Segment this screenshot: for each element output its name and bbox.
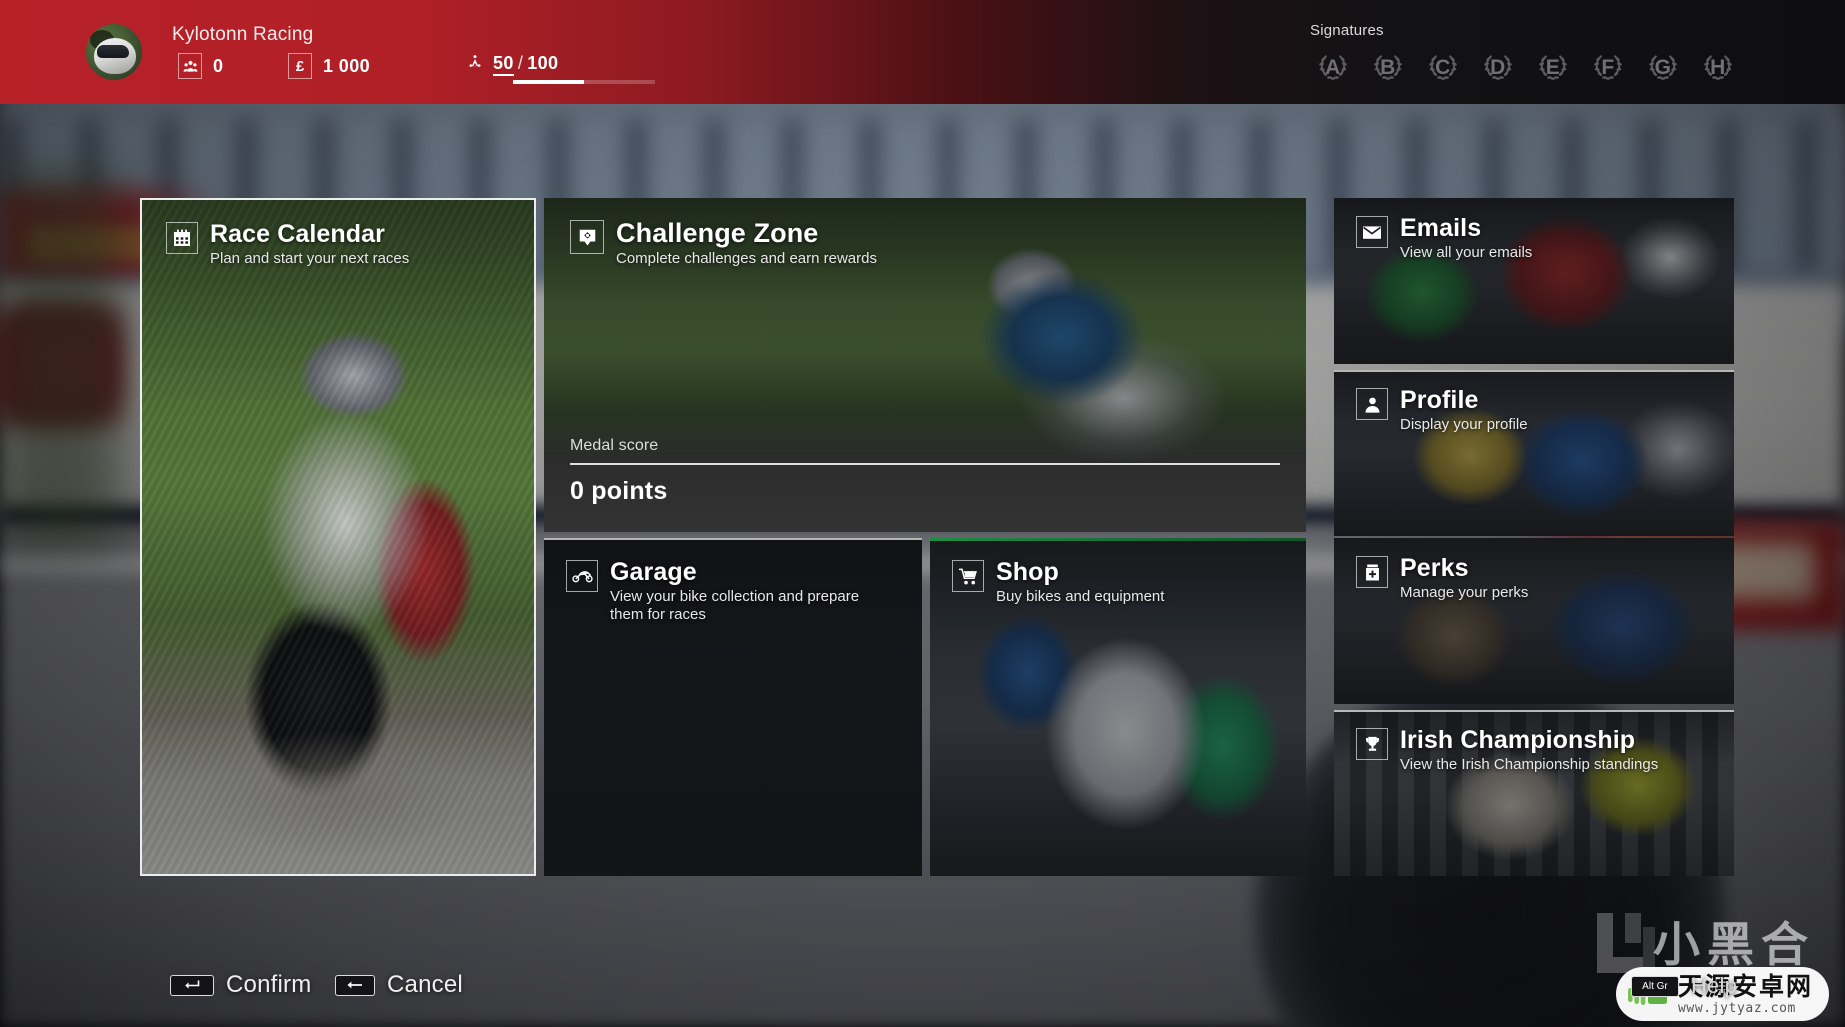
- signatures-list: A B C D E F G H: [1312, 47, 1739, 85]
- signature-letter: C: [1435, 56, 1451, 79]
- tile-title: Irish Championship: [1400, 726, 1636, 754]
- menu-tile-grid: Race Calendar Plan and start your next r…: [0, 0, 1845, 1027]
- footer-action-bar: Confirm Cancel Alt Gr Help: [0, 907, 1845, 1027]
- tile-top-accent: [1334, 710, 1734, 712]
- calendar-icon: [166, 222, 198, 254]
- confirm-button[interactable]: Confirm: [170, 971, 311, 999]
- tile-title: Race Calendar: [210, 220, 385, 248]
- tile-subtitle: View all your emails: [1400, 243, 1533, 261]
- tile-subtitle: Plan and start your next races: [210, 249, 410, 267]
- signature-badge[interactable]: G: [1642, 47, 1684, 85]
- signature-badge[interactable]: B: [1367, 47, 1409, 85]
- tile-subtitle: Manage your perks: [1400, 583, 1529, 601]
- envelope-icon: [1356, 216, 1388, 248]
- tile-scrim: [142, 200, 534, 874]
- medal-score-value: 0 points: [570, 477, 668, 505]
- tile-top-accent: [1334, 370, 1734, 372]
- cancel-button[interactable]: Cancel: [335, 971, 463, 999]
- tile-header-emails: Emails View all your emails: [1356, 214, 1533, 262]
- reputation-current: 50: [493, 53, 514, 76]
- motorcycle-icon: [566, 560, 598, 592]
- tile-title: Emails: [1400, 214, 1482, 242]
- reputation-progress-bar: [513, 80, 655, 84]
- signature-letter: D: [1490, 56, 1506, 79]
- perk-jar-icon: [1356, 556, 1388, 588]
- cancel-label: Cancel: [387, 971, 463, 998]
- tile-emails[interactable]: Emails View all your emails: [1334, 198, 1734, 364]
- signature-badge[interactable]: F: [1587, 47, 1629, 85]
- shopping-cart-icon: [952, 560, 984, 592]
- reputation-max: 100: [527, 53, 559, 73]
- reputation-progress-fill: [513, 80, 584, 84]
- tile-header-irish-championship: Irish Championship View the Irish Champi…: [1356, 726, 1659, 774]
- tile-subtitle: View your bike collection and prepare th…: [610, 587, 860, 623]
- signature-letter: G: [1654, 56, 1672, 79]
- stat-fans-value: 0: [213, 55, 224, 76]
- challenge-badge-icon: [570, 220, 604, 254]
- tile-subtitle: Buy bikes and equipment: [996, 587, 1165, 605]
- tile-profile[interactable]: Profile Display your profile: [1334, 370, 1734, 536]
- stat-money-value: 1 000: [323, 55, 371, 76]
- tile-header-profile: Profile Display your profile: [1356, 386, 1528, 434]
- signature-badge[interactable]: E: [1532, 47, 1574, 85]
- tile-challenge-zone[interactable]: Challenge Zone Complete challenges and e…: [544, 198, 1306, 532]
- trophy-icon: [1356, 728, 1388, 760]
- tile-header-shop: Shop Buy bikes and equipment: [952, 558, 1165, 606]
- signature-letter: E: [1545, 56, 1561, 79]
- top-status-bar: Kylotonn Racing 0 £ 1 000 50 / 100 Signa…: [0, 0, 1845, 104]
- stat-money: £ 1 000: [288, 53, 370, 79]
- helmet-visor: [97, 45, 129, 58]
- tile-title: Perks: [1400, 554, 1469, 582]
- enter-key-icon: [170, 974, 214, 996]
- signature-badge[interactable]: D: [1477, 47, 1519, 85]
- tile-top-accent: [544, 538, 922, 540]
- fans-icon: [178, 53, 202, 79]
- tile-header-perks: Perks Manage your perks: [1356, 554, 1529, 602]
- reputation-icon: [468, 54, 482, 74]
- confirm-label: Confirm: [226, 971, 312, 998]
- help-button[interactable]: Alt Gr Help: [1630, 973, 1737, 999]
- tile-subtitle: Display your profile: [1400, 415, 1528, 433]
- help-label: Help: [1690, 973, 1737, 998]
- signature-badge[interactable]: C: [1422, 47, 1464, 85]
- tile-race-calendar[interactable]: Race Calendar Plan and start your next r…: [140, 198, 536, 876]
- tile-title: Challenge Zone: [616, 218, 819, 248]
- altgr-key-icon: Alt Gr: [1630, 975, 1679, 997]
- medal-score-label: Medal score: [570, 437, 659, 454]
- medal-score-divider: [570, 463, 1280, 465]
- signature-letter: A: [1325, 56, 1341, 79]
- pound-icon: £: [288, 53, 312, 79]
- stat-fans: 0: [178, 53, 223, 79]
- signature-letter: F: [1601, 56, 1615, 79]
- avatar[interactable]: [86, 24, 142, 80]
- tile-header-garage: Garage View your bike collection and pre…: [566, 558, 890, 624]
- reputation-separator: /: [517, 53, 524, 73]
- signature-letter: H: [1710, 56, 1726, 79]
- tile-title: Shop: [996, 558, 1059, 586]
- person-icon: [1356, 388, 1388, 420]
- tile-subtitle: Complete challenges and earn rewards: [616, 249, 877, 267]
- tile-header-race-calendar: Race Calendar Plan and start your next r…: [166, 220, 410, 268]
- signatures-label: Signatures: [1310, 22, 1384, 39]
- team-name: Kylotonn Racing: [172, 24, 314, 45]
- tile-irish-championship[interactable]: Irish Championship View the Irish Champi…: [1334, 710, 1734, 876]
- tile-top-accent: [930, 538, 1306, 541]
- signature-letter: B: [1380, 56, 1396, 79]
- signature-badge[interactable]: H: [1697, 47, 1739, 85]
- tile-title: Garage: [610, 558, 697, 586]
- tile-subtitle: View the Irish Championship standings: [1400, 755, 1659, 773]
- backspace-key-icon: [335, 974, 375, 996]
- tile-perks[interactable]: Perks Manage your perks: [1334, 538, 1734, 704]
- tile-garage[interactable]: Garage View your bike collection and pre…: [544, 538, 922, 876]
- signature-badge[interactable]: A: [1312, 47, 1354, 85]
- tile-title: Profile: [1400, 386, 1479, 414]
- tile-shop[interactable]: Shop Buy bikes and equipment: [930, 538, 1306, 876]
- medal-score-block: Medal score 0 points: [570, 437, 1280, 506]
- tile-header-challenge-zone: Challenge Zone Complete challenges and e…: [570, 218, 877, 268]
- stat-reputation: 50/100: [468, 53, 655, 84]
